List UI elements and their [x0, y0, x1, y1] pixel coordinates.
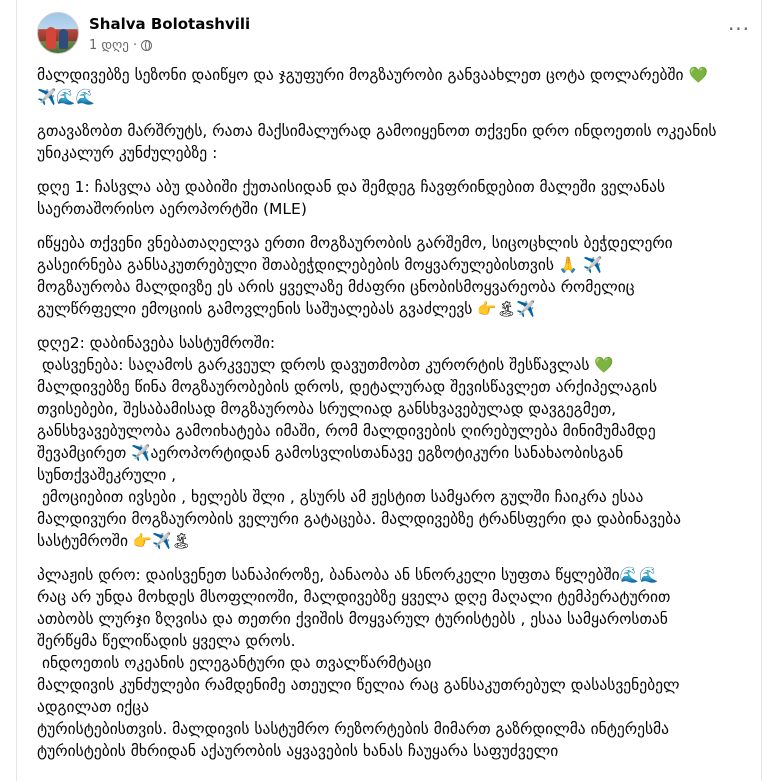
post-paragraph: დღე 1: ჩასვლა აბუ დაბიში ქუთაისიდან და შ…	[37, 178, 671, 218]
more-options-button[interactable]: ···	[721, 19, 757, 46]
post-paragraph: გთავაზობთ მარშრუტს, რათა მაქსიმალურად გა…	[37, 122, 722, 162]
post-paragraph: დღე2: დაბინავება სასტუმროში: დასვენება: …	[37, 334, 681, 550]
author-avatar[interactable]	[37, 12, 79, 54]
globe-icon	[141, 40, 153, 51]
post-text: მალდივებზე სეზონი დაიწყო და ჯგუფური მოგზ…	[37, 64, 727, 774]
post-paragraph: პლაჟის დრო: დაისვენეთ სანაპიროზე, ბანაობ…	[37, 566, 680, 760]
post-paragraph: მალდივებზე სეზონი დაიწყო და ჯგუფური მოგზ…	[37, 66, 708, 106]
post-meta: 1 დღე ·	[89, 38, 153, 53]
post-header: Shalva Bolotashvili 1 დღე · ···	[37, 12, 757, 62]
post-card: Shalva Bolotashvili 1 დღე · ··· მალდივებ…	[16, 0, 762, 781]
author-name[interactable]: Shalva Bolotashvili	[89, 15, 250, 33]
post-time[interactable]: 1 დღე ·	[89, 38, 137, 53]
post-paragraph: იწყება თქვენი ვნებათაღელვა ერთი მოგზაურო…	[37, 234, 673, 318]
